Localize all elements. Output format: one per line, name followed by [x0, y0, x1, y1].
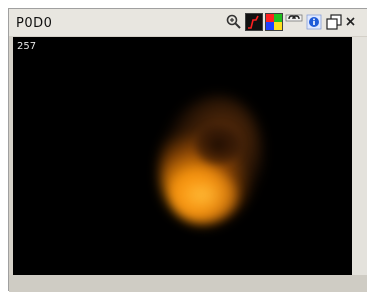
- title-bar[interactable]: P0D0: [9, 9, 367, 36]
- blob-bright-core: [173, 169, 237, 221]
- link-icon[interactable]: [285, 13, 303, 31]
- image-window: P0D0 257: [8, 8, 367, 292]
- zoom-in-icon[interactable]: [225, 13, 243, 31]
- window-title: P0D0: [16, 16, 53, 31]
- histogram-icon[interactable]: [245, 13, 263, 31]
- image-viewport[interactable]: 257: [13, 37, 352, 275]
- toolbar: [225, 12, 355, 32]
- close-icon[interactable]: [345, 13, 355, 31]
- frame-number: 257: [17, 41, 37, 52]
- right-panel: [352, 37, 367, 275]
- copy-icon[interactable]: [325, 13, 343, 31]
- color-palette-icon[interactable]: [265, 13, 283, 31]
- blob-dark-region: [195, 125, 241, 165]
- info-icon[interactable]: [305, 13, 323, 31]
- status-bar: [9, 275, 367, 292]
